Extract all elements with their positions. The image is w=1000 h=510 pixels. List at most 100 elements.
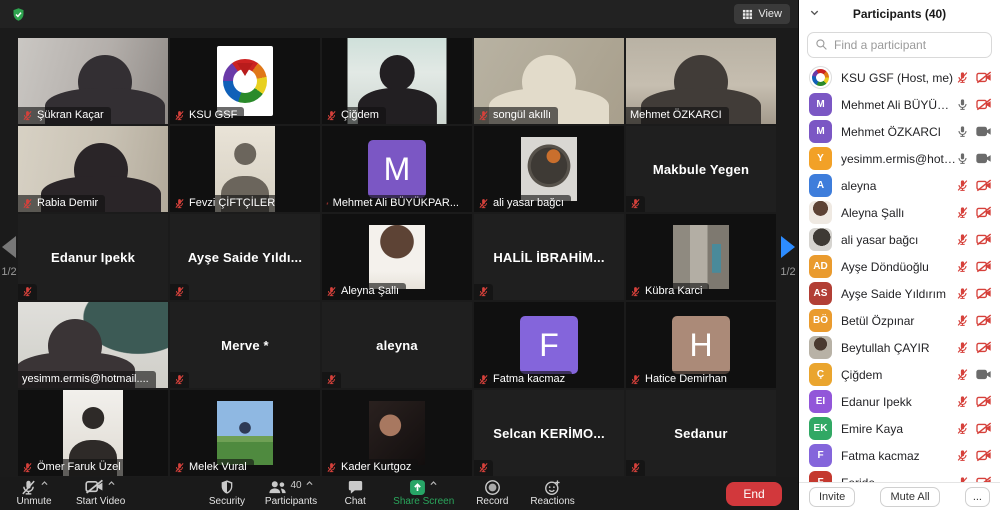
participant-status-icons: [956, 179, 992, 192]
video-tile-aysesaide[interactable]: Ayşe Saide Yıldı...: [170, 214, 320, 300]
camera-icon: [976, 125, 992, 138]
participant-row[interactable]: FFatma kacmaz: [799, 442, 1000, 469]
participant-name-label: Fatma kacmaz: [474, 371, 572, 388]
camera-off-icon: [976, 71, 992, 84]
video-tile-omer[interactable]: Ömer Faruk Üzel: [18, 390, 168, 476]
mute-status: [474, 460, 493, 476]
next-page-icon[interactable]: [781, 236, 795, 258]
video-tile-aleynaname[interactable]: aleyna: [322, 302, 472, 388]
letter-avatar: H: [672, 316, 730, 374]
participant-status-icons: [956, 341, 992, 354]
video-tile-ksugsf[interactable]: KSU GSF: [170, 38, 320, 124]
participant-status-icons: [956, 152, 992, 165]
mic-muted-icon: [956, 233, 969, 246]
search-participant-input[interactable]: [807, 32, 992, 58]
video-tile-kader[interactable]: Kader Kurtgoz: [322, 390, 472, 476]
profile-photo: [369, 401, 425, 465]
participant-name-label: Fevzi ÇİFTÇİLER: [170, 195, 282, 212]
mic-muted-icon: [956, 395, 969, 408]
ksu-logo-avatar: [809, 66, 832, 89]
participant-row[interactable]: EKEmire Kaya: [799, 415, 1000, 442]
chat-icon: [347, 479, 364, 495]
video-tile-kubra[interactable]: Kübra Karci: [626, 214, 776, 300]
panel-collapse-button[interactable]: [809, 7, 820, 18]
participant-row[interactable]: KSU GSF (Host, me): [799, 64, 1000, 91]
mic-muted-icon: [22, 110, 33, 121]
participant-name: Ayşe Saide Yıldırım: [841, 287, 956, 301]
toolbar-security-button[interactable]: Security: [203, 478, 251, 509]
profile-photo: [521, 137, 577, 201]
participant-status-icons: [956, 125, 992, 138]
video-tile-melek[interactable]: Melek Vural: [170, 390, 320, 476]
video-tile-cigdem[interactable]: Çiğdem: [322, 38, 472, 124]
video-tile-merve[interactable]: Merve *: [170, 302, 320, 388]
mic-muted-icon: [174, 198, 185, 209]
participant-row[interactable]: BÖBetül Özpınar: [799, 307, 1000, 334]
video-tile-sedanur[interactable]: Sedanur: [626, 390, 776, 476]
video-tile-makbule[interactable]: Makbule Yegen: [626, 126, 776, 212]
participant-name-label: Sedanur: [626, 390, 776, 476]
view-button[interactable]: View: [734, 4, 790, 24]
video-tile-edanur[interactable]: Edanur Ipekk: [18, 214, 168, 300]
end-meeting-button[interactable]: End: [726, 482, 782, 506]
toolbar-chat-button[interactable]: Chat: [331, 478, 379, 509]
toolbar-unmute-button[interactable]: Unmute: [10, 478, 58, 509]
participant-row[interactable]: ASAyşe Saide Yıldırım: [799, 280, 1000, 307]
participant-row[interactable]: Beytullah ÇAYIR: [799, 334, 1000, 361]
participant-row[interactable]: Yyesimm.ermis@hotmail.com: [799, 145, 1000, 172]
participant-row[interactable]: FFeride: [799, 469, 1000, 482]
toolbar-reactions-button[interactable]: Reactions: [526, 478, 578, 509]
letter-avatar: EI: [809, 390, 832, 413]
video-tile-aleynasalli[interactable]: Aleyna Şallı: [322, 214, 472, 300]
video-tile-sukran[interactable]: Şükran Kaçar: [18, 38, 168, 124]
video-tile-rabia[interactable]: Rabia Demir: [18, 126, 168, 212]
toolbar-participants-button[interactable]: 40Participants: [261, 478, 321, 509]
video-tile-selcan[interactable]: Selcan KERİMO...: [474, 390, 624, 476]
video-tile-yesimm[interactable]: yesimm.ermis@hotmail....: [18, 302, 168, 388]
participant-row[interactable]: ali yasar bağcı: [799, 226, 1000, 253]
participant-row[interactable]: EIEdanur Ipekk: [799, 388, 1000, 415]
camera-off-icon: [976, 233, 992, 246]
participant-status-icons: [956, 260, 992, 273]
video-tile-aliyasar[interactable]: ali yasar bağcı: [474, 126, 624, 212]
mic-muted-icon: [956, 368, 969, 381]
participant-name-label: Makbule Yegen: [626, 126, 776, 212]
participant-name: Beytullah ÇAYIR: [841, 341, 956, 355]
previous-page-icon[interactable]: [2, 236, 16, 258]
participant-row[interactable]: MMehmet Ali BÜYÜKPARMAKSIZ: [799, 91, 1000, 118]
video-tile-fevzi[interactable]: Fevzi ÇİFTÇİLER: [170, 126, 320, 212]
participant-row[interactable]: ADAyşe Döndüoğlu: [799, 253, 1000, 280]
participant-row[interactable]: Aleyna Şallı: [799, 199, 1000, 226]
mic-muted-icon: [956, 206, 969, 219]
participant-name-label: Selcan KERİMO...: [474, 390, 624, 476]
participants-icon: [268, 479, 287, 495]
video-tile-songul[interactable]: songül akıllı: [474, 38, 624, 124]
video-tile-hatice[interactable]: H Hatice Demirhan: [626, 302, 776, 388]
chevron-up-icon: [305, 479, 314, 488]
mute-status: [322, 372, 341, 388]
toolbar-start-video-button[interactable]: Start Video: [72, 478, 129, 509]
mic-muted-icon: [174, 374, 185, 385]
chevron-up-icon: [429, 479, 438, 488]
invite-button[interactable]: Invite: [809, 487, 855, 507]
toolbar-record-button[interactable]: Record: [468, 478, 516, 509]
more-options-button[interactable]: ...: [965, 487, 990, 507]
video-tile-ozkarci[interactable]: Mehmet ÖZKARCI: [626, 38, 776, 124]
participant-status-icons: [956, 287, 992, 300]
toolbar-share-screen-button[interactable]: Share Screen: [389, 478, 458, 509]
participant-row[interactable]: Aaleyna: [799, 172, 1000, 199]
participant-row[interactable]: MMehmet ÖZKARCI: [799, 118, 1000, 145]
camera-icon: [976, 152, 992, 165]
video-tile-mehmetali[interactable]: M Mehmet Ali BÜYÜKPAR...: [322, 126, 472, 212]
camera-off-icon: [976, 395, 992, 408]
mic-muted-icon: [956, 449, 969, 462]
toolbar-label: Share Screen: [393, 496, 454, 507]
video-tile-halil[interactable]: HALİL İBRAHİM...: [474, 214, 624, 300]
participant-row[interactable]: ÇÇiğdem: [799, 361, 1000, 388]
toolbar-label: Unmute: [16, 496, 51, 507]
participant-name-label: Aleyna Şallı: [322, 283, 406, 300]
grid-pager-previous: 1/2: [0, 236, 18, 278]
security-shield-icon: [219, 479, 235, 495]
mute-all-button[interactable]: Mute All: [880, 487, 939, 507]
video-tile-fatma[interactable]: F Fatma kacmaz: [474, 302, 624, 388]
